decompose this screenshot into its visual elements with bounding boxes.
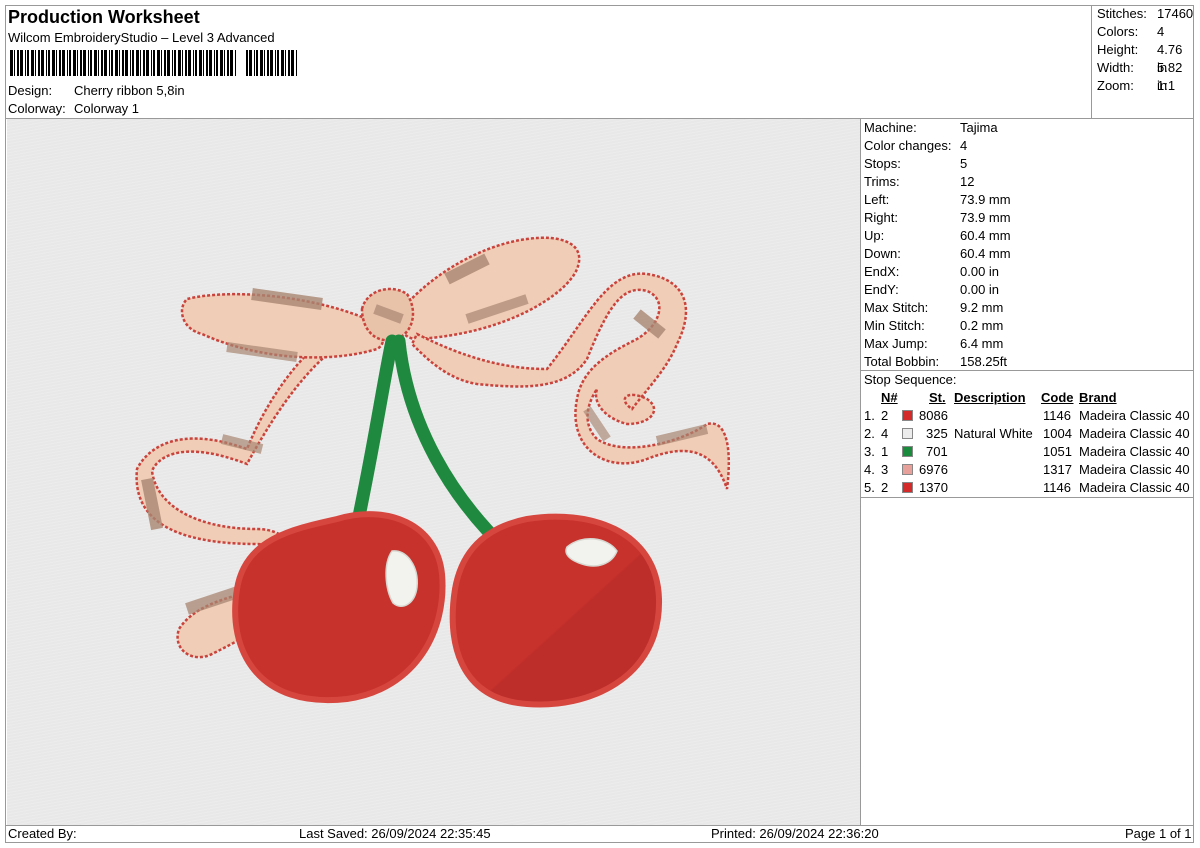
printed-date: Printed: 26/09/2024 22:36:20 — [711, 826, 879, 841]
design-preview — [7, 119, 861, 825]
col-brand: Brand — [1079, 390, 1117, 405]
left-cherry — [232, 511, 446, 704]
sequence-divider — [861, 497, 1194, 498]
col-n: N# — [881, 390, 898, 405]
summary-box: Stitches: 17460 Colors: 4 Height: 4.76 in W… — [1091, 5, 1194, 118]
colorway-value: Colorway 1 — [74, 101, 140, 116]
colorway-row: Colorway: Colorway 1 — [8, 100, 139, 118]
stop-sequence-header: N# St. Description Code Brand — [864, 389, 1194, 407]
stop-row: 2. 4 325 Natural White 1004 Madeira Clas… — [864, 426, 1190, 441]
cherry-ribbon-embroidery — [135, 236, 731, 708]
footer: Created By: Last Saved: 26/09/2024 22:35… — [5, 825, 1194, 843]
design-label: Design: — [8, 83, 53, 98]
stop-row: 3. 1 701 1051 Madeira Classic 40 — [864, 444, 1190, 459]
color-swatch — [902, 428, 913, 439]
page-number: Page 1 of 1 — [1125, 826, 1192, 841]
design-value: Cherry ribbon 5,8in — [74, 83, 185, 98]
right-cherry — [449, 513, 663, 708]
color-swatch — [902, 464, 913, 475]
bow-left-loop — [180, 288, 385, 362]
software-name: Wilcom EmbroideryStudio – Level 3 Advanc… — [8, 30, 275, 45]
stop-row: 1. 2 8086 1146 Madeira Classic 40 — [864, 408, 1190, 423]
stop-row: 4. 3 6976 1317 Madeira Classic 40 — [864, 462, 1190, 477]
colorway-label: Colorway: — [8, 101, 66, 116]
col-code: Code — [1041, 390, 1074, 405]
stop-sequence-label: Stop Sequence: — [864, 372, 957, 387]
stop-row: 5. 2 1370 1146 Madeira Classic 40 — [864, 480, 1190, 495]
page-title: Production Worksheet — [8, 7, 200, 27]
col-st: St. — [929, 390, 946, 405]
col-description: Description — [954, 390, 1026, 405]
bow-right-loop — [398, 236, 581, 341]
color-swatch — [902, 482, 913, 493]
color-swatch — [902, 410, 913, 421]
created-by: Created By: — [8, 826, 77, 841]
barcode — [10, 50, 297, 76]
design-row: Design: Cherry ribbon 5,8in — [8, 82, 185, 100]
last-saved: Last Saved: 26/09/2024 22:35:45 — [299, 826, 491, 841]
header: Production Worksheet Wilcom EmbroiderySt… — [8, 6, 275, 47]
color-swatch — [902, 446, 913, 457]
bow-knot — [360, 287, 415, 342]
